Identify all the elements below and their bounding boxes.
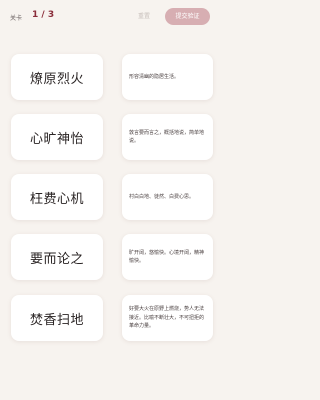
definition-text: 好要大火在原野上燃烧，势人无法接近。比喻不断壮大，不可扭拒的革命力量。	[129, 306, 205, 330]
definition-text: 村白白地、徒然、白费心思。	[129, 193, 195, 200]
definition-card[interactable]: 旷开阔，悠愉快。心境开阔，精神愉快。	[122, 234, 213, 280]
level-progress: 1 / 3	[32, 10, 55, 20]
term-card[interactable]: 枉费心机	[11, 174, 103, 220]
definition-text: 敦言要而言之，概括地说，简单地说。	[129, 129, 205, 145]
top-bar: 关卡 1 / 3 重置 提交验证	[0, 0, 225, 36]
term-card[interactable]: 要而论之	[11, 234, 103, 280]
definition-text: 旷开阔，悠愉快。心境开阔，精神愉快。	[129, 249, 205, 265]
term-card[interactable]: 焚香扫地	[11, 295, 103, 341]
submit-verify-button[interactable]: 提交验证	[165, 8, 210, 25]
definition-card[interactable]: 敦言要而言之，概括地说，简单地说。	[122, 114, 213, 160]
reset-button[interactable]: 重置	[131, 9, 157, 25]
level-label: 关卡	[10, 15, 23, 22]
definition-card[interactable]: 好要大火在原野上燃烧，势人无法接近。比喻不断壮大，不可扭拒的革命力量。	[122, 295, 213, 341]
term-card[interactable]: 心旷神怡	[11, 114, 103, 160]
term-card[interactable]: 燎原烈火	[11, 54, 103, 100]
definition-card[interactable]: 村白白地、徒然、白费心思。	[122, 174, 213, 220]
definition-text: 形容清幽的隐居生活。	[129, 73, 180, 80]
definition-card[interactable]: 形容清幽的隐居生活。	[122, 54, 213, 100]
